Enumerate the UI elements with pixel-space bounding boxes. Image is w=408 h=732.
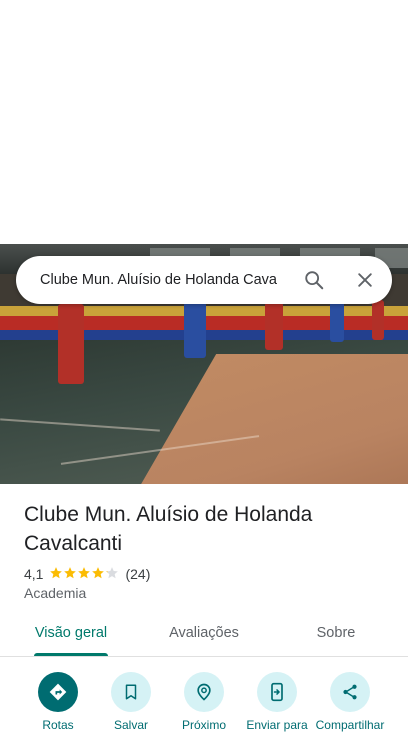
photo-pillar: [372, 300, 384, 340]
star-icon: [105, 566, 119, 583]
save-button-circle: [111, 672, 151, 712]
photo-pillar: [184, 302, 206, 358]
map-area: [0, 0, 408, 244]
directions-button-circle: [38, 672, 78, 712]
send-to-phone-icon: [271, 682, 283, 702]
send-to-phone-button-circle: [257, 672, 297, 712]
tab-about[interactable]: Sobre: [306, 625, 366, 641]
photo-pillar: [265, 302, 283, 350]
star-icon: [91, 566, 105, 583]
tab-reviews[interactable]: Avaliações: [160, 625, 248, 641]
share-button-circle: [330, 672, 370, 712]
close-icon: [358, 273, 372, 287]
search-bar[interactable]: Clube Mun. Aluísio de Holanda Cava: [16, 256, 392, 304]
nearby-icon: [197, 683, 211, 701]
place-title: Clube Mun. Aluísio de Holanda Cavalcanti: [24, 503, 313, 555]
photo-pillar: [330, 300, 344, 342]
active-tab-indicator: [34, 653, 108, 656]
search-icon: [305, 271, 324, 290]
star-icon: [63, 566, 77, 583]
directions-icon: [49, 683, 67, 701]
rating-value: 4,1: [24, 566, 44, 582]
tab-bar: Visão geral Avaliações Sobre: [0, 612, 408, 657]
tab-overview[interactable]: Visão geral: [34, 625, 108, 641]
clear-button[interactable]: [349, 264, 381, 296]
review-count: (24): [125, 566, 151, 582]
share-icon: [343, 684, 357, 700]
photo-pillar: [58, 304, 84, 384]
action-bar: Rotas Salvar Próximo Enviar para Compart…: [0, 664, 408, 732]
rating-row[interactable]: 4,1 (24): [24, 565, 150, 583]
star-rating: [49, 566, 119, 583]
bookmark-icon: [125, 684, 137, 700]
search-input[interactable]: Clube Mun. Aluísio de Holanda Cava: [40, 270, 304, 290]
search-button[interactable]: [298, 264, 330, 296]
star-icon: [49, 566, 63, 583]
star-icon: [77, 566, 91, 583]
place-category[interactable]: Academia: [24, 585, 86, 601]
nearby-button-circle: [184, 672, 224, 712]
share-label: Compartilhar: [315, 718, 385, 732]
